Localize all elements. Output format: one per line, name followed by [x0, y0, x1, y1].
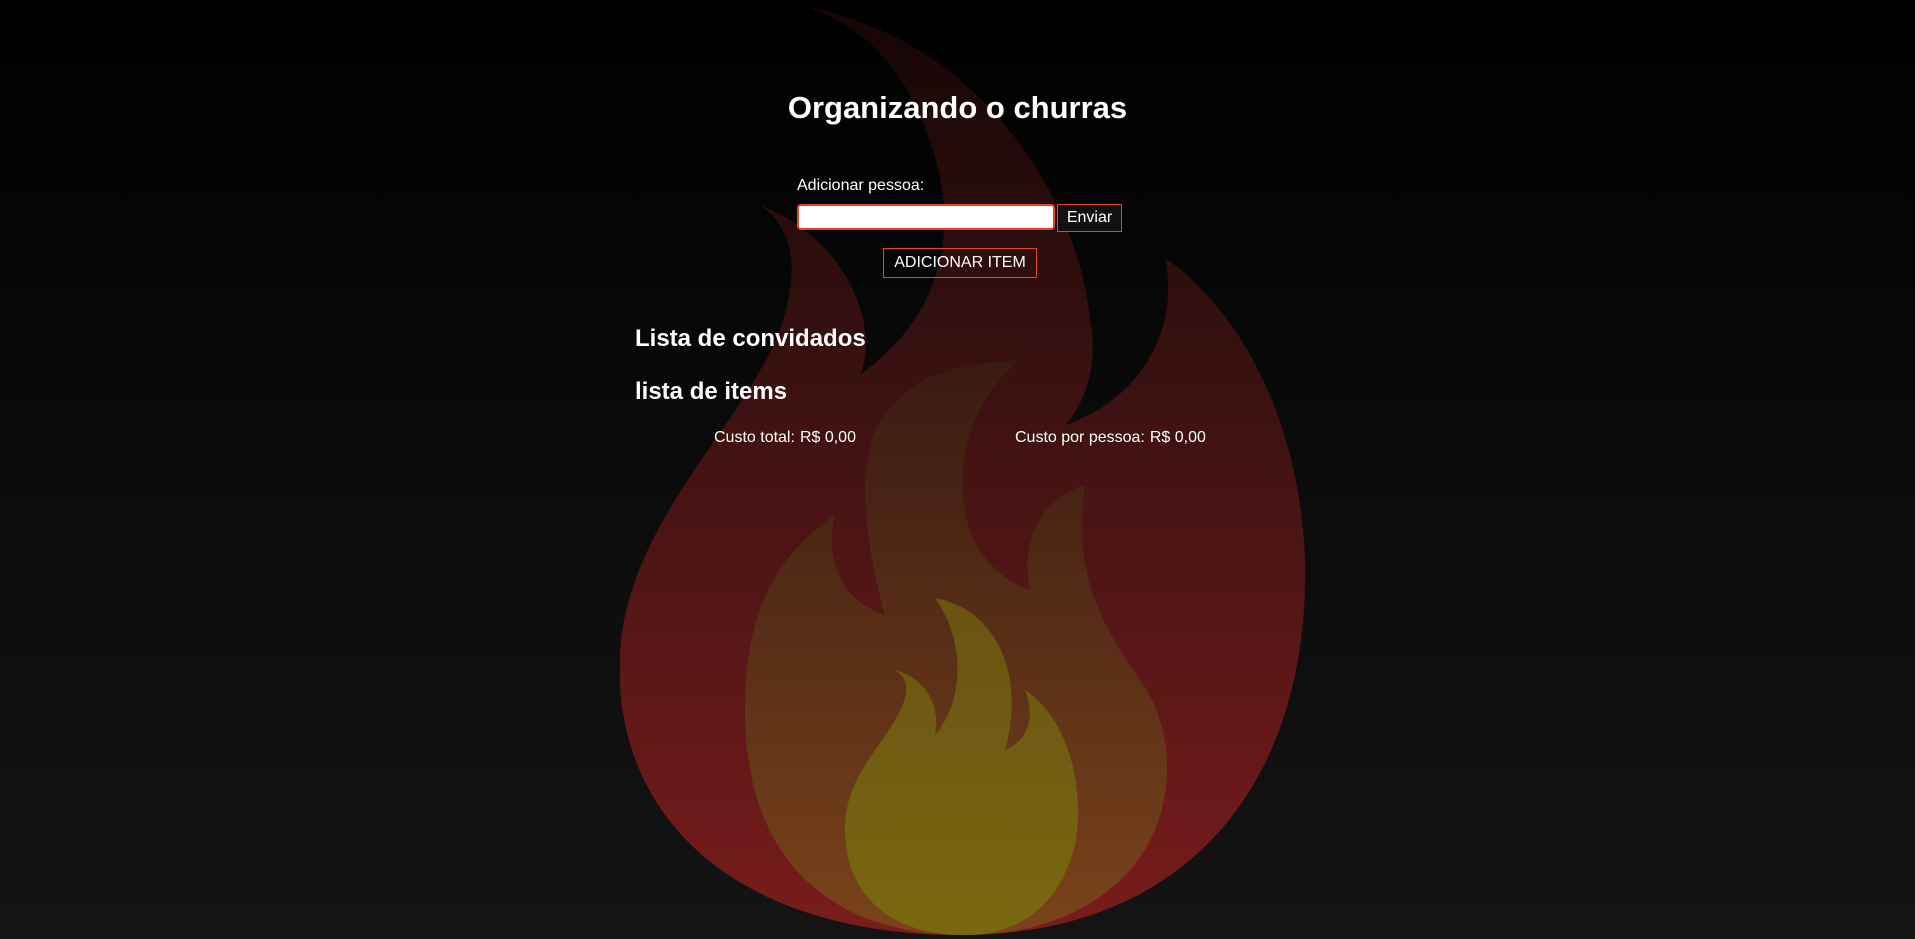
- add-person-label: Adicionar pessoa:: [797, 177, 925, 194]
- total-cost: Custo total: R$ 0,00: [714, 429, 856, 447]
- item-list-heading: lista de items: [635, 378, 788, 405]
- send-button[interactable]: Enviar: [1057, 204, 1122, 232]
- total-cost-value: R$ 0,00: [799, 429, 856, 446]
- cost-per-person-value: R$ 0,00: [1149, 429, 1206, 446]
- page-content: Organizando o churras Adicionar pessoa: …: [0, 0, 1915, 939]
- add-item-button[interactable]: ADICIONAR ITEM: [883, 248, 1037, 278]
- cost-per-person-label: Custo por pessoa:: [1015, 429, 1145, 446]
- page-title: Organizando o churras: [787, 90, 1128, 125]
- guest-list-heading: Lista de convidados: [635, 325, 866, 352]
- total-cost-label: Custo total:: [714, 429, 795, 446]
- cost-per-person: Custo por pessoa: R$ 0,00: [1015, 429, 1206, 447]
- add-person-input[interactable]: [797, 204, 1055, 230]
